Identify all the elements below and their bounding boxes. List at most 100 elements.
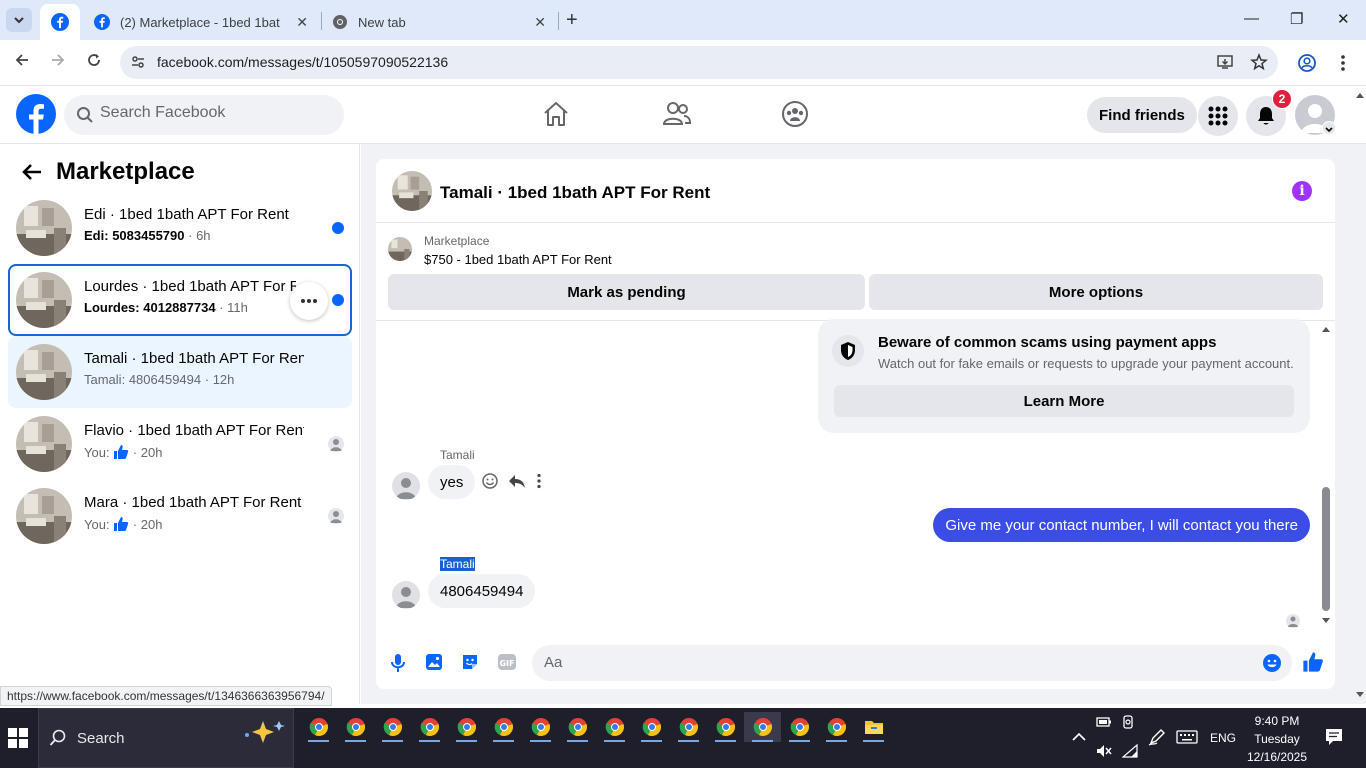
listing-thumbnail[interactable]	[392, 171, 432, 211]
taskbar-chrome[interactable]	[485, 712, 522, 742]
conversation-item-lourdes[interactable]: Lourdes · 1bed 1bath APT For Rent Lourde…	[8, 264, 352, 336]
taskbar-chrome-active[interactable]	[744, 712, 781, 742]
mark-as-pending-button[interactable]: Mark as pending	[388, 274, 865, 310]
taskbar-chrome[interactable]	[670, 712, 707, 742]
groups-icon[interactable]	[781, 100, 809, 128]
taskbar-chrome[interactable]	[559, 712, 596, 742]
new-tab-plus-icon[interactable]: +	[566, 9, 578, 32]
window-close-icon[interactable]: ✕	[1337, 10, 1350, 28]
taskbar-chrome[interactable]	[448, 712, 485, 742]
keyboard-icon[interactable]	[1176, 730, 1198, 744]
tab-search-button[interactable]	[6, 8, 32, 32]
taskbar-chrome[interactable]	[596, 712, 633, 742]
more-vertical-icon[interactable]	[536, 473, 542, 489]
taskbar-chrome[interactable]	[337, 712, 374, 742]
menu-button[interactable]	[1198, 96, 1238, 136]
taskbar-file-explorer[interactable]	[855, 712, 892, 742]
conversation-item-flavio[interactable]: Flavio · 1bed 1bath APT For Rent You: · …	[8, 408, 352, 480]
tray-chevron-up-icon[interactable]	[1072, 732, 1086, 742]
close-icon[interactable]: ✕	[534, 14, 546, 31]
restore-icon[interactable]: ❐	[1290, 10, 1303, 28]
notifications-center-icon[interactable]	[1325, 728, 1343, 746]
tab-facebook-pinned[interactable]	[40, 4, 80, 40]
message-bubble-incoming[interactable]: 4806459494	[428, 574, 536, 608]
gif-icon[interactable]: GIF	[497, 653, 517, 671]
forward-arrow-icon[interactable]	[50, 52, 66, 73]
scroll-up-icon[interactable]	[1356, 92, 1364, 98]
taskbar-chrome[interactable]	[707, 712, 744, 742]
conversation-item-tamali[interactable]: Tamali · 1bed 1bath APT For Rent Tamali:…	[8, 336, 352, 408]
install-app-icon[interactable]	[1216, 53, 1234, 71]
listing-thumbnail[interactable]	[388, 237, 412, 261]
taskbar-chrome[interactable]	[411, 712, 448, 742]
back-arrow-icon[interactable]	[20, 160, 44, 184]
scam-warning-title: Beware of common scams using payment app…	[878, 334, 1217, 351]
wifi-icon[interactable]	[1122, 744, 1138, 758]
sender-avatar[interactable]	[392, 581, 420, 609]
like-thumb-icon[interactable]	[1302, 651, 1324, 673]
messages-scrollbar[interactable]	[1320, 325, 1332, 625]
conversation-item-mara[interactable]: Mara · 1bed 1bath APT For Rent You: · 20…	[8, 480, 352, 552]
chat-title[interactable]: Tamali · 1bed 1bath APT For Rent	[440, 183, 710, 203]
clock-time: 9:40 PM	[1254, 714, 1300, 728]
windows-start-icon[interactable]	[8, 728, 28, 748]
conversation-more-button[interactable]	[290, 282, 328, 320]
taskbar-chrome[interactable]	[300, 712, 337, 742]
chrome-icon	[309, 718, 328, 736]
back-arrow-icon[interactable]	[14, 52, 30, 73]
friends-icon[interactable]	[662, 100, 692, 128]
reply-icon[interactable]	[508, 473, 526, 489]
account-chevron-icon[interactable]	[1322, 121, 1336, 135]
camera-icon[interactable]	[1122, 715, 1136, 729]
learn-more-button[interactable]: Learn More	[834, 385, 1294, 417]
reload-icon[interactable]	[86, 52, 102, 73]
taskbar-chrome[interactable]	[818, 712, 855, 742]
microphone-icon[interactable]	[390, 653, 406, 673]
close-icon[interactable]: ✕	[296, 14, 308, 31]
taskbar-search[interactable]: Search	[38, 708, 294, 768]
message-bubble-incoming[interactable]: yes	[428, 465, 476, 499]
pen-icon[interactable]	[1148, 728, 1166, 746]
scroll-up-icon[interactable]	[1321, 325, 1331, 333]
tab-title: (2) Marketplace - 1bed 1bath APT For Ren…	[120, 14, 280, 30]
address-bar[interactable]: facebook.com/messages/t/1050597090522136	[120, 46, 1278, 79]
scroll-thumb[interactable]	[1322, 487, 1330, 611]
taskbar-chrome[interactable]	[522, 712, 559, 742]
message-input-box[interactable]	[532, 645, 1292, 681]
message-bubble-outgoing[interactable]: Give me your contact number, I will cont…	[933, 508, 1310, 542]
scroll-down-icon[interactable]	[1321, 617, 1331, 625]
message-input[interactable]	[544, 654, 1234, 671]
volume-muted-icon[interactable]	[1096, 744, 1112, 758]
search-input[interactable]	[100, 104, 320, 122]
kebab-menu-icon[interactable]	[1338, 54, 1348, 72]
taskbar-chrome[interactable]	[374, 712, 411, 742]
info-icon[interactable]: i	[1292, 181, 1312, 201]
profile-icon[interactable]	[1298, 54, 1316, 72]
more-options-button[interactable]: More options	[869, 274, 1323, 310]
system-clock[interactable]: 9:40 PM Tuesday 12/16/2025	[1236, 712, 1318, 766]
sender-avatar[interactable]	[392, 472, 420, 500]
bookmark-star-icon[interactable]	[1250, 53, 1268, 71]
taskbar-chrome[interactable]	[781, 712, 818, 742]
tab-marketplace[interactable]: (2) Marketplace - 1bed 1bath APT For Ren…	[86, 4, 318, 40]
site-settings-icon[interactable]	[130, 54, 146, 70]
facebook-search[interactable]	[64, 95, 344, 135]
scroll-down-icon[interactable]	[1356, 692, 1364, 698]
language-indicator[interactable]: ENG	[1210, 708, 1236, 768]
page-scrollbar[interactable]	[1354, 88, 1366, 706]
battery-icon[interactable]	[1096, 716, 1112, 728]
photo-icon[interactable]	[425, 653, 443, 671]
listing-price-title[interactable]: $750 - 1bed 1bath APT For Rent	[424, 252, 612, 267]
facebook-logo-icon[interactable]	[16, 94, 56, 134]
taskbar-chrome[interactable]	[633, 712, 670, 742]
home-icon[interactable]	[542, 100, 570, 128]
tab-new-tab[interactable]: New tab ✕	[324, 4, 556, 40]
chrome-icon	[531, 718, 550, 736]
conversation-preview: You: · 20h	[84, 516, 163, 532]
react-smiley-icon[interactable]	[482, 473, 498, 489]
sticker-icon[interactable]	[461, 653, 479, 671]
minimize-icon[interactable]: —	[1244, 10, 1259, 27]
conversation-item-edi[interactable]: Edi · 1bed 1bath APT For Rent Edi: 50834…	[8, 192, 352, 264]
emoji-icon[interactable]	[1262, 653, 1282, 673]
find-friends-button[interactable]: Find friends	[1087, 97, 1197, 133]
